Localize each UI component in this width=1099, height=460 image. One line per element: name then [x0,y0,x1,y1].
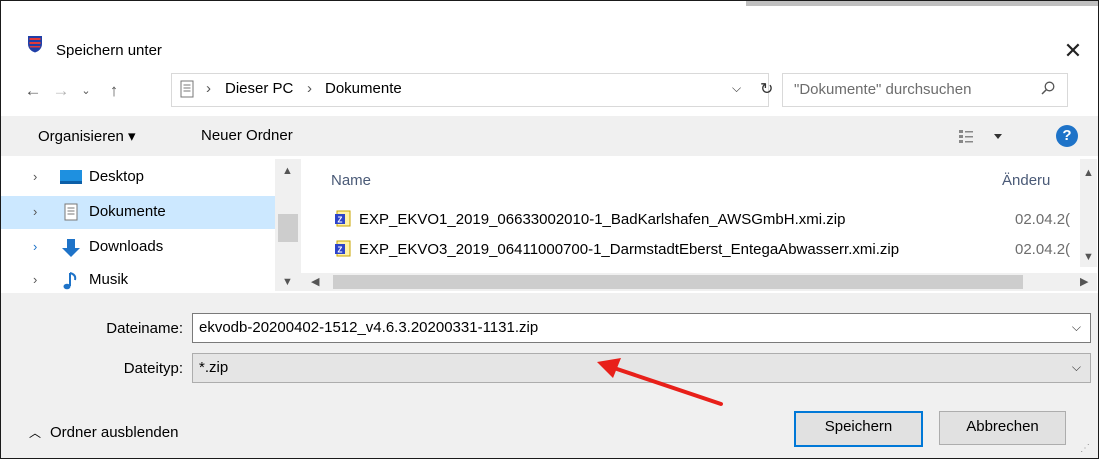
close-icon[interactable]: ✕ [1056,35,1090,67]
search-icon[interactable] [1041,81,1055,95]
nav-pane-scrollbar[interactable]: ▲ ▼ [275,159,301,291]
cancel-button[interactable]: Abbrechen [939,411,1066,445]
help-icon[interactable]: ? [1056,125,1078,147]
navigation-pane: › Desktop › Dokumente › Downloads › Musi… [1,159,301,291]
command-toolbar: Organisieren ▾ Neuer Ordner ? [1,116,1098,156]
filename-dropdown-icon[interactable]: ⌵ [1072,320,1081,335]
recent-locations-chevron-icon[interactable]: ⌄ [79,81,93,101]
filename-input[interactable]: ekvodb-20200402-1512_v4.6.3.20200331-113… [192,313,1091,343]
scroll-down-icon[interactable]: ▼ [1083,251,1094,263]
expand-chevron-icon[interactable]: › [33,239,37,254]
scroll-up-icon[interactable]: ▲ [282,165,293,177]
search-placeholder: "Dokumente" durchsuchen [794,81,972,98]
hide-folders-toggle[interactable]: ︿ Ordner ausblenden [29,424,178,441]
address-dropdown-icon[interactable]: ⌵ [732,81,741,96]
documents-icon [64,203,78,221]
desktop-icon [60,170,82,184]
forward-arrow-icon[interactable]: → [51,81,71,101]
svg-text:Z: Z [338,246,343,255]
refresh-icon[interactable]: ↻ [760,79,773,99]
zip-file-icon: Z [335,240,351,257]
filetype-label: Dateityp: [123,360,183,377]
file-name: EXP_EKVO3_2019_06411000700-1_DarmstadtEb… [359,241,900,258]
nav-item-label: Dokumente [89,203,166,220]
file-list-vertical-scrollbar[interactable]: ▲ ▼ [1080,159,1097,267]
filetype-value: *.zip [199,359,229,376]
save-dialog: Speichern unter ✕ ← → ⌄ ↑ › Dieser PC › … [0,0,1099,459]
column-header-modified[interactable]: Änderu [1002,172,1050,189]
nav-item-desktop[interactable]: › Desktop [1,161,275,194]
filename-label: Dateiname: [106,320,183,337]
file-row[interactable]: Z EXP_EKVO1_2019_06633002010-1_BadKarlsh… [329,207,1009,235]
title-bar[interactable]: Speichern unter ✕ [1,13,1098,69]
view-options-icon[interactable] [958,128,1006,144]
new-folder-button[interactable]: Neuer Ordner [201,127,293,144]
scroll-left-icon[interactable]: ◀ [311,275,319,288]
organize-button[interactable]: Organisieren ▾ [38,127,136,145]
background-window-strip [746,1,1098,6]
hide-folders-label: Ordner ausblenden [50,424,179,441]
nav-item-label: Desktop [89,168,145,185]
nav-item-documents[interactable]: › Dokumente [1,196,275,229]
scrollbar-thumb[interactable] [333,275,1023,289]
downloads-icon [62,239,80,257]
hesse-coat-of-arms-icon [28,36,42,53]
breadcrumb-separator: › [307,80,312,97]
file-row[interactable]: Z EXP_EKVO3_2019_06411000700-1_Darmstadt… [329,237,1009,265]
breadcrumb-documents[interactable]: Dokumente [325,80,402,97]
file-list-horizontal-scrollbar[interactable]: ◀ ▶ [301,273,1097,291]
scrollbar-thumb[interactable] [278,214,298,242]
up-arrow-icon[interactable]: ↑ [104,81,124,101]
resize-grip-icon[interactable]: ⋰ [1080,443,1090,454]
breadcrumb-separator: › [206,80,211,97]
address-bar[interactable]: › Dieser PC › Dokumente ⌵ ↻ [171,73,773,107]
music-icon [63,272,77,290]
search-box[interactable]: "Dokumente" durchsuchen [782,73,1068,107]
breadcrumb-this-pc[interactable]: Dieser PC [225,80,293,97]
file-name: EXP_EKVO1_2019_06633002010-1_BadKarlshaf… [359,211,846,228]
expand-chevron-icon[interactable]: › [33,169,37,184]
svg-text:Z: Z [338,216,343,225]
save-form: Dateiname: ekvodb-20200402-1512_v4.6.3.2… [1,293,1098,458]
expand-chevron-icon[interactable]: › [33,204,37,219]
file-list: Name Änderu Z EXP_EKVO1_2019_06633002010… [301,159,1097,291]
file-date: 02.04.2( [1015,241,1071,258]
file-date: 02.04.2( [1015,211,1071,228]
scroll-right-icon[interactable]: ▶ [1080,275,1088,288]
nav-item-label: Musik [89,271,129,288]
save-button[interactable]: Speichern [794,411,923,447]
dialog-title: Speichern unter [56,42,162,59]
column-header-name[interactable]: Name [331,172,371,189]
filetype-select[interactable]: *.zip ⌵ [192,353,1091,383]
nav-item-downloads[interactable]: › Downloads [1,231,275,264]
expand-chevron-icon[interactable]: › [33,272,37,287]
nav-item-music[interactable]: › Musik [1,264,275,291]
scroll-down-icon[interactable]: ▼ [282,276,293,288]
chevron-up-icon: ︿ [29,426,42,440]
scroll-up-icon[interactable]: ▲ [1083,167,1094,179]
documents-location-icon [180,80,194,98]
filetype-dropdown-icon[interactable]: ⌵ [1072,360,1081,375]
back-arrow-icon[interactable]: ← [23,81,43,101]
nav-item-label: Downloads [89,238,164,255]
filename-value: ekvodb-20200402-1512_v4.6.3.20200331-113… [199,319,539,336]
zip-file-icon: Z [335,210,351,227]
